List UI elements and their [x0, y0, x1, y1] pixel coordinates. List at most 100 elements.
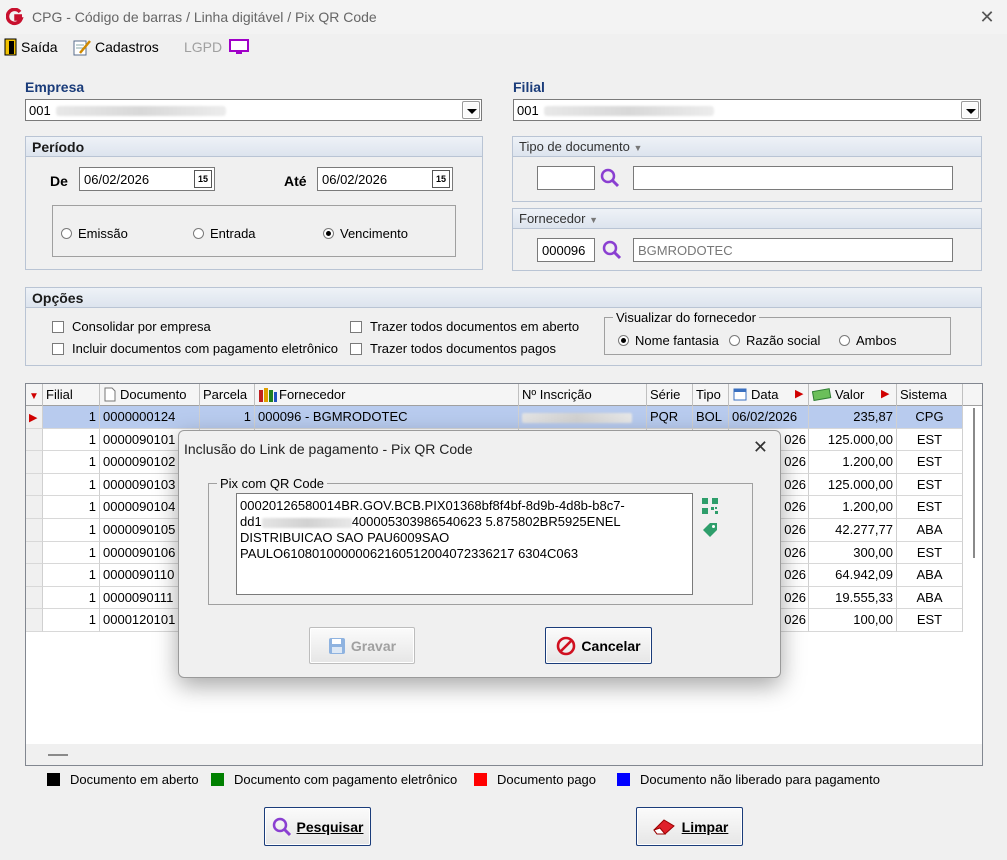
radio-entrada-label: Entrada: [210, 226, 256, 241]
header-filial[interactable]: Filial: [43, 384, 100, 406]
checkbox: [52, 342, 64, 355]
header-data[interactable]: Data ▶: [729, 384, 809, 406]
pix-line-2-end: 400005303986540623 5.875802BR5925ENEL: [351, 514, 621, 529]
header-parcela[interactable]: Parcela: [200, 384, 255, 406]
search-icon[interactable]: [600, 168, 620, 188]
sort-down-icon: ▼: [589, 215, 599, 225]
row-indicator: ▶: [26, 406, 43, 429]
ate-date-input[interactable]: 06/02/2026 15: [317, 167, 453, 191]
close-icon[interactable]: ✕: [753, 437, 768, 458]
vertical-scrollbar[interactable]: [970, 406, 982, 744]
radio-nome-fantasia[interactable]: Nome fantasia: [618, 333, 719, 348]
visualizar-label: Visualizar do fornecedor: [613, 310, 759, 325]
cancel-button[interactable]: Cancelar: [545, 627, 652, 664]
monitor-icon: [229, 39, 250, 54]
cell-filial: 1: [43, 473, 100, 497]
radio-razao-social[interactable]: Razão social: [729, 333, 820, 348]
legend-nao-liberado-label: Documento não liberado para pagamento: [640, 772, 880, 787]
tipo-documento-desc-input[interactable]: [633, 166, 953, 190]
chevron-down-icon[interactable]: [462, 101, 480, 119]
radio-emissao-label: Emissão: [78, 226, 128, 241]
fornecedor-panel: Fornecedor ▼ 000096 BGMRODOTEC: [512, 208, 982, 271]
scrollbar-thumb[interactable]: [973, 408, 975, 558]
check-consolidar[interactable]: Consolidar por empresa: [52, 319, 211, 334]
lgpd-button[interactable]: LGPD: [184, 37, 250, 57]
check-pagamento-eletronico[interactable]: Incluir documentos com pagamento eletrôn…: [52, 341, 338, 356]
legend-nao-liberado: Documento não liberado para pagamento: [617, 772, 880, 787]
save-button[interactable]: Gravar: [309, 627, 415, 664]
radio-entrada[interactable]: Entrada: [193, 226, 256, 241]
cell-filial: 1: [43, 428, 100, 452]
cell-valor: 300,00: [809, 541, 897, 565]
header-inscricao[interactable]: Nº Inscrição: [519, 384, 647, 406]
cell-valor: 1.200,00: [809, 451, 897, 474]
check-pagos[interactable]: Trazer todos documentos pagos: [350, 341, 556, 356]
cell-serie: PQR: [647, 406, 693, 429]
radio-ambos[interactable]: Ambos: [839, 333, 896, 348]
tipo-documento-label: Tipo de documento: [519, 139, 630, 154]
check-em-aberto[interactable]: Trazer todos documentos em aberto: [350, 319, 579, 334]
legend-em-aberto: Documento em aberto: [47, 772, 199, 787]
radio-ambos-label: Ambos: [856, 333, 897, 348]
de-date-input[interactable]: 06/02/2026 15: [79, 167, 215, 191]
search-button[interactable]: Pesquisar: [264, 807, 371, 846]
radio-vencimento[interactable]: Vencimento: [323, 226, 408, 241]
header-documento-label: Documento: [120, 387, 187, 402]
cell-filial: 1: [43, 406, 100, 429]
qr-code-icon[interactable]: [701, 497, 719, 515]
header-valor[interactable]: Valor ▶: [809, 384, 897, 406]
empresa-select[interactable]: 001: [25, 99, 482, 121]
radio-dot-selected: [323, 228, 334, 239]
pix-tag-icon[interactable]: [701, 521, 719, 539]
header-fornecedor[interactable]: Fornecedor: [255, 384, 519, 406]
exit-button[interactable]: Saída: [4, 37, 58, 57]
pix-line-1: 00020126580014BR.GOV.BCB.PIX01368bf8f4bf…: [240, 498, 625, 513]
cancel-icon: [557, 636, 576, 655]
radio-dot: [729, 335, 740, 346]
filial-select[interactable]: 001: [513, 99, 981, 121]
registers-button[interactable]: Cadastros: [72, 37, 159, 57]
cell-valor: 125.000,00: [809, 428, 897, 452]
horizontal-scrollbar[interactable]: [26, 744, 982, 765]
radio-dot: [839, 335, 850, 346]
close-icon[interactable]: ✕: [976, 6, 998, 28]
calendar-icon[interactable]: 15: [194, 170, 212, 188]
filial-value: 001: [517, 103, 539, 118]
chevron-down-icon[interactable]: [961, 101, 979, 119]
pix-group-label: Pix com QR Code: [217, 476, 328, 491]
header-serie[interactable]: Série: [647, 384, 693, 406]
header-documento[interactable]: Documento: [100, 384, 200, 406]
pix-code-textarea[interactable]: 00020126580014BR.GOV.BCB.PIX01368bf8f4bf…: [236, 493, 693, 595]
radio-dot: [193, 228, 204, 239]
filial-label: Filial: [513, 79, 545, 95]
toolbar: Saída Cadastros LGPD: [0, 34, 1007, 60]
cell-sistema: EST: [897, 496, 963, 519]
cell-tipo: BOL: [693, 406, 729, 429]
search-button-label: Pesquisar: [296, 818, 364, 835]
clear-button[interactable]: Limpar: [636, 807, 743, 846]
calendar-icon: [733, 388, 747, 401]
scrollbar-thumb[interactable]: [48, 754, 68, 756]
header-tipo[interactable]: Tipo: [693, 384, 729, 406]
cancel-button-label: Cancelar: [581, 637, 641, 654]
save-button-label: Gravar: [350, 637, 397, 654]
cell-filial: 1: [43, 564, 100, 587]
legend-swatch-green: [211, 773, 224, 786]
fornecedor-code-input[interactable]: 000096: [537, 238, 595, 262]
fornecedor-desc-input[interactable]: BGMRODOTEC: [633, 238, 953, 262]
row-indicator: [26, 473, 43, 497]
search-icon[interactable]: [602, 240, 622, 260]
search-icon: [272, 817, 291, 836]
cell-documento: 0000000124: [100, 406, 200, 429]
calendar-icon[interactable]: 15: [432, 170, 450, 188]
row-indicator: [26, 564, 43, 587]
radio-emissao[interactable]: Emissão: [61, 226, 128, 241]
notepad-pencil-icon: [73, 40, 91, 56]
header-sistema[interactable]: Sistema: [897, 384, 963, 406]
sort-indicator-icon[interactable]: ▼: [26, 384, 43, 406]
radio-dot: [61, 228, 72, 239]
radio-razao-social-label: Razão social: [746, 333, 821, 348]
tipo-documento-code-input[interactable]: [537, 166, 595, 190]
table-row[interactable]: ▶ 1 0000000124 1 000096 - BGMRODOTEC PQR BOL 06…: [26, 406, 982, 429]
radio-vencimento-label: Vencimento: [340, 226, 408, 241]
